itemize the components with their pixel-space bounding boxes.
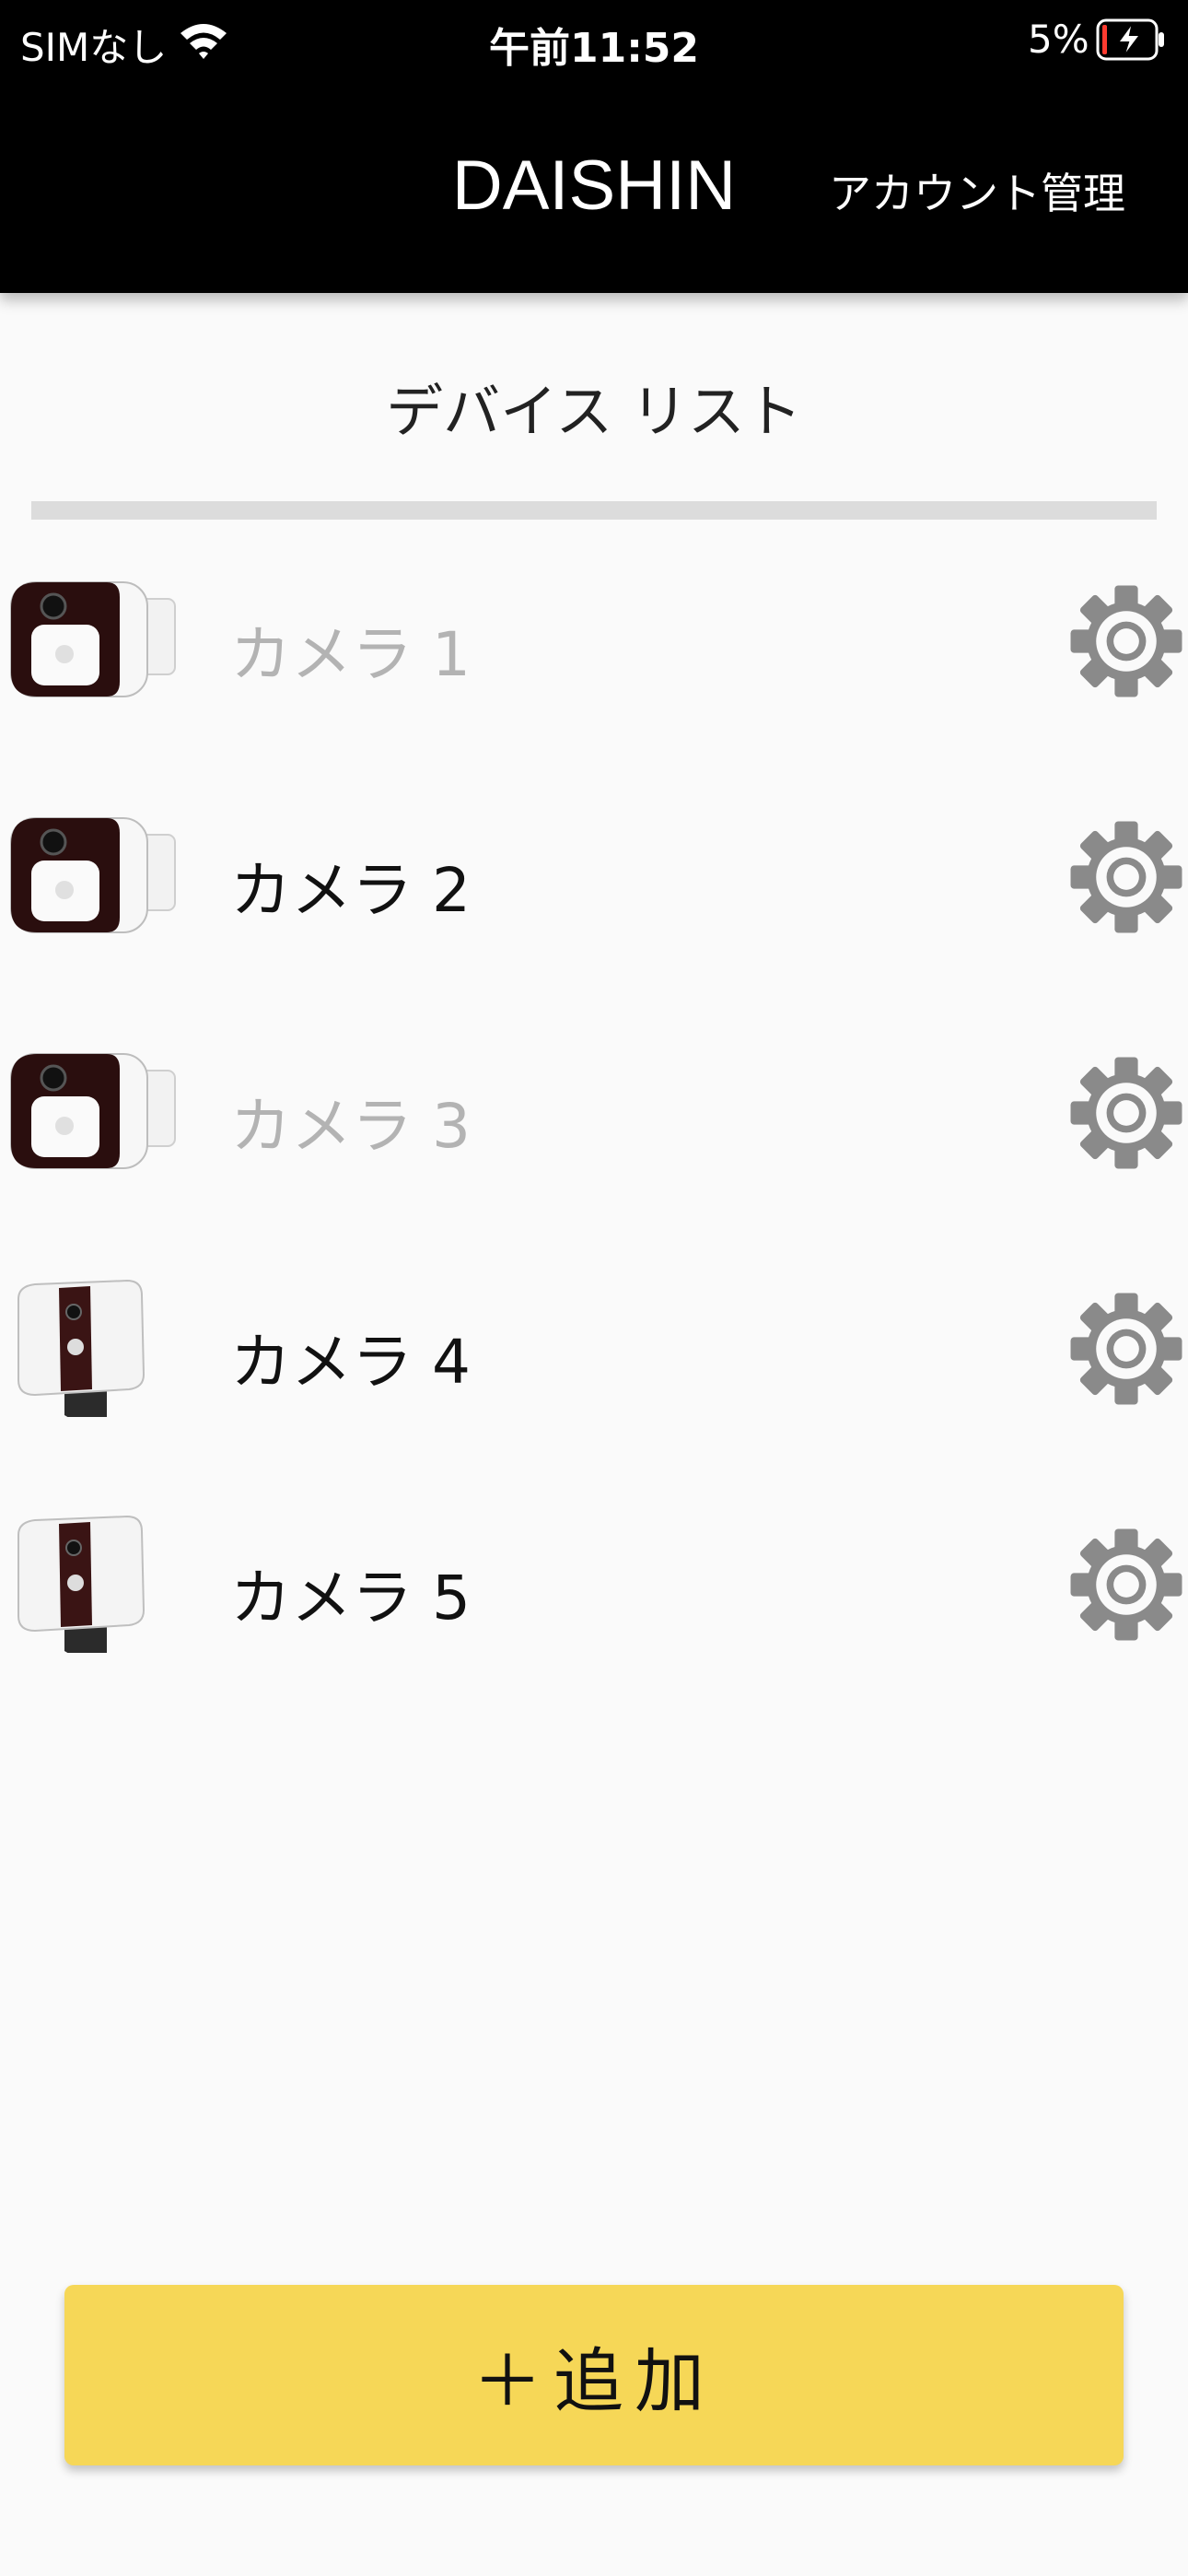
box-camera-icon [10, 581, 176, 697]
device-name: カメラ 5 [230, 1563, 471, 1633]
device-name: カメラ 1 [230, 619, 471, 690]
gear-icon[interactable] [1068, 810, 1184, 944]
account-management-button[interactable]: アカウント管理 [829, 160, 1125, 221]
device-name: カメラ 3 [230, 1091, 471, 1162]
gear-icon[interactable] [1068, 574, 1184, 708]
device-list-title: デバイス リスト [386, 378, 802, 445]
top-bar: SIMなし 午前11:52 5% DAISHIN アカウント管理 [0, 0, 1188, 293]
floodlight-camera-icon [17, 1515, 146, 1653]
status-time: 午前11:52 [488, 25, 700, 72]
divider [31, 501, 1157, 520]
status-bar: SIMなし 午前11:52 5% [0, 0, 1188, 81]
device-name: カメラ 2 [230, 855, 471, 926]
box-camera-icon [10, 817, 176, 933]
battery-percent: 5% [1028, 17, 1089, 62]
battery-charging-icon [1096, 18, 1164, 61]
gear-icon[interactable] [1068, 1282, 1184, 1416]
device-row[interactable]: カメラ 3 [0, 1011, 1188, 1213]
gear-icon[interactable] [1068, 1046, 1184, 1180]
add-device-button[interactable]: ＋追加 [64, 2285, 1124, 2465]
device-row[interactable]: カメラ 5 [0, 1482, 1188, 1685]
device-row[interactable]: カメラ 4 [0, 1247, 1188, 1449]
gear-icon[interactable] [1068, 1517, 1184, 1652]
box-camera-icon [10, 1053, 176, 1169]
floodlight-camera-icon [17, 1279, 146, 1417]
device-name: カメラ 4 [230, 1327, 471, 1398]
device-row[interactable]: カメラ 2 [0, 775, 1188, 978]
device-row[interactable]: カメラ 1 [0, 539, 1188, 742]
